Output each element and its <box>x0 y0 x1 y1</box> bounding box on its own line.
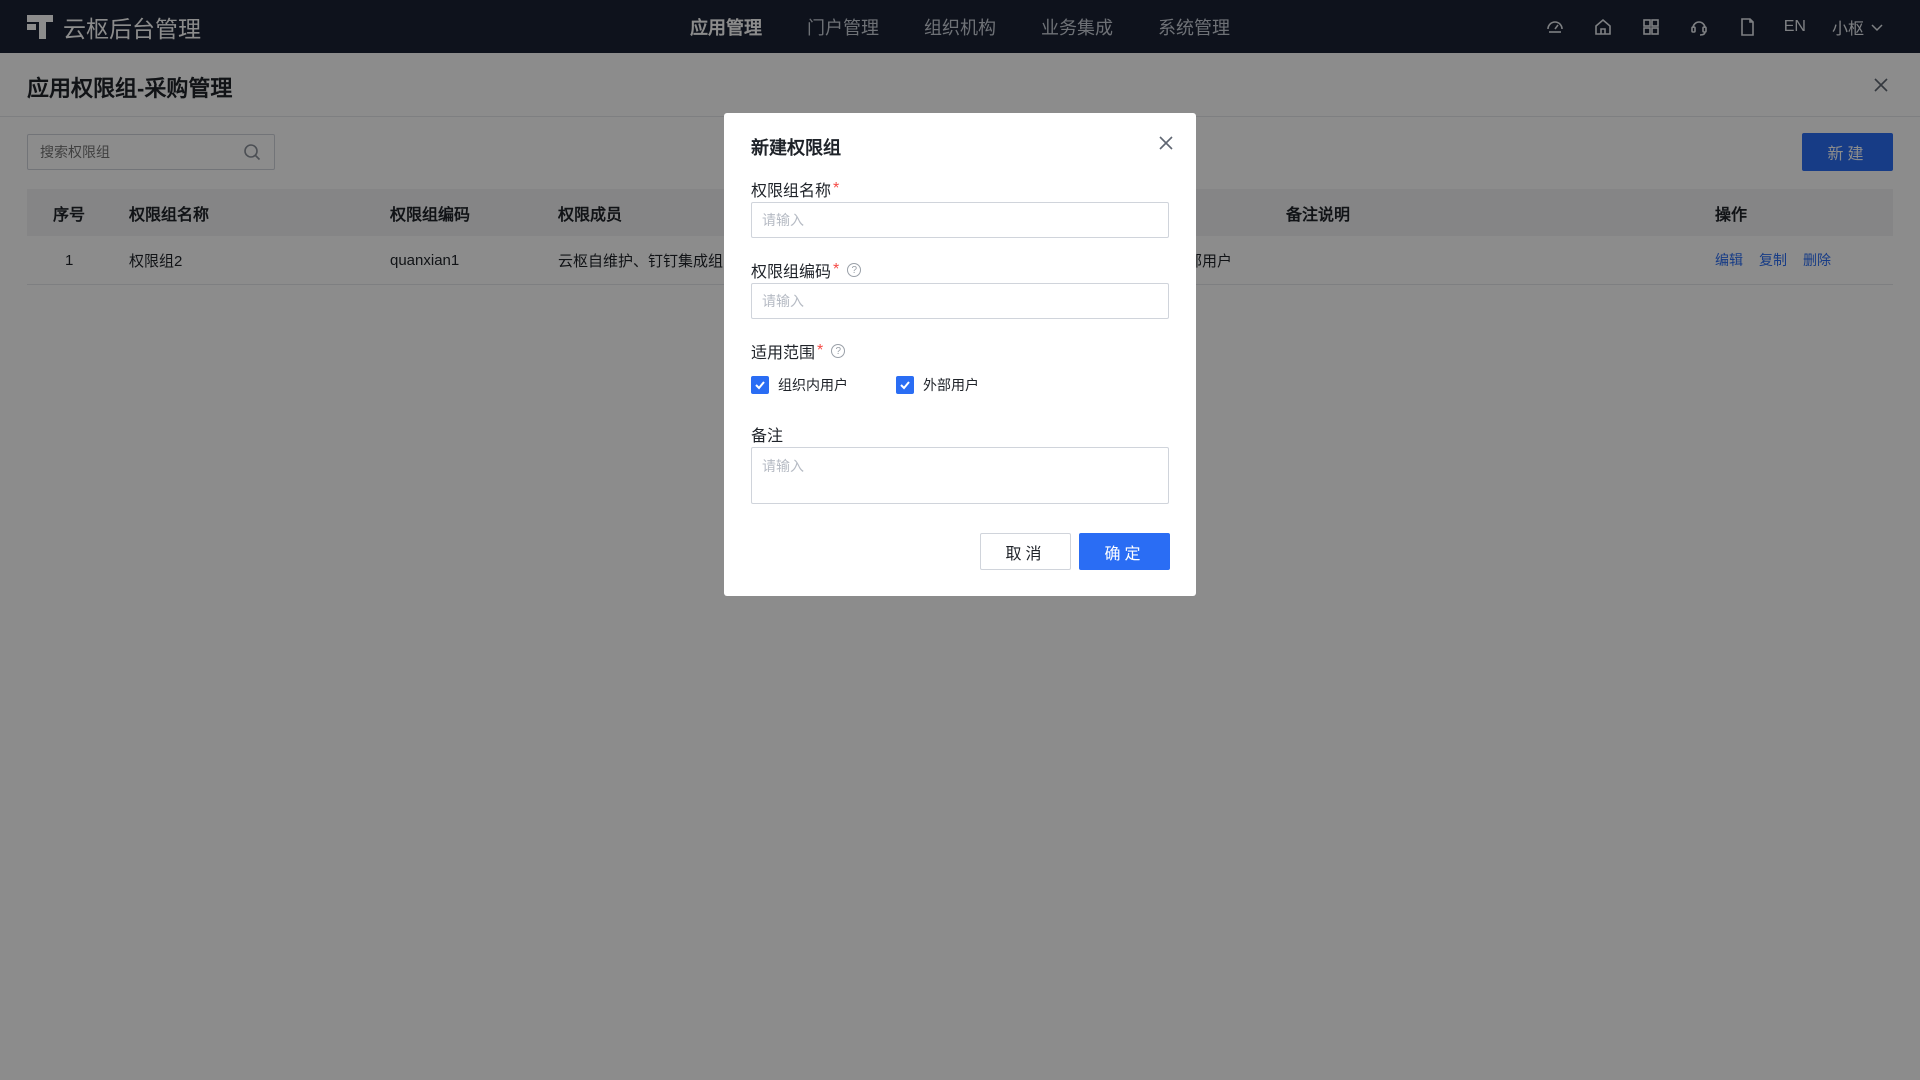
help-icon[interactable]: ? <box>831 344 846 358</box>
group-code-input[interactable] <box>751 283 1169 319</box>
code-label: 权限组编码 * ? <box>751 258 862 282</box>
scope-internal-checkbox[interactable]: 组织内用户 <box>751 375 848 395</box>
new-permission-group-dialog: 新建权限组 权限组名称* 权限组编码* ? 适用范围* ? 组织内用户 外部用户… <box>724 113 1196 596</box>
checkbox-checked-icon[interactable] <box>751 376 769 394</box>
scope-external-checkbox[interactable]: 外部用户 <box>896 375 979 395</box>
remark-label: 备注 <box>751 428 784 445</box>
scope-label: 适用范围 * ? <box>751 339 846 363</box>
checkbox-checked-icon[interactable] <box>896 376 914 394</box>
group-name-input[interactable] <box>751 202 1169 238</box>
close-icon[interactable] <box>1156 133 1176 153</box>
cancel-button[interactable]: 取消 <box>980 533 1071 570</box>
dialog-title: 新建权限组 <box>751 138 841 158</box>
name-label: 权限组名称 * <box>751 180 840 200</box>
help-icon[interactable]: ? <box>847 263 862 277</box>
confirm-button[interactable]: 确定 <box>1079 533 1170 570</box>
remark-textarea[interactable] <box>751 447 1169 504</box>
